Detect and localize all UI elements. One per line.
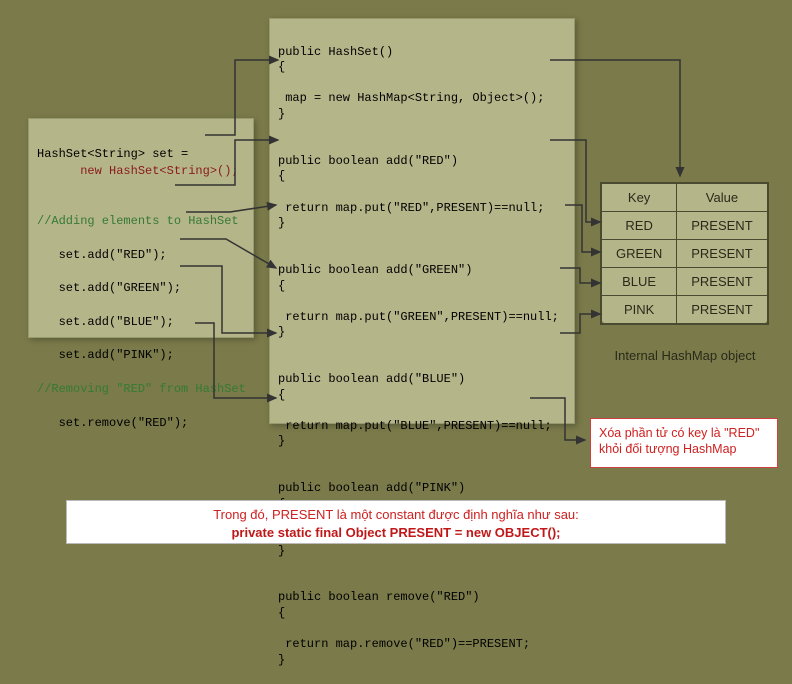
- method-sig: public boolean add("GREEN"): [278, 263, 472, 277]
- brace: {: [278, 388, 566, 404]
- hashmap-table: Key Value RED PRESENT GREEN PRESENT BLUE…: [600, 182, 769, 325]
- method-sig: public HashSet(): [278, 45, 393, 59]
- table-row: PINK PRESENT: [601, 296, 768, 325]
- table-row: GREEN PRESENT: [601, 240, 768, 268]
- code-line: set.add("PINK");: [37, 348, 174, 362]
- cell-key: PINK: [601, 296, 677, 325]
- cell-value: PRESENT: [677, 240, 768, 268]
- code-line: set.add("BLUE");: [37, 315, 174, 329]
- method-body: return map.put("BLUE",PRESENT)==null;: [278, 419, 552, 433]
- code-comment: //Adding elements to HashSet: [37, 214, 239, 228]
- header-key: Key: [601, 183, 677, 212]
- brace: {: [278, 279, 566, 295]
- remove-annotation: Xóa phần tử có key là "RED" khỏi đối tượ…: [590, 418, 778, 468]
- method-sig: public boolean add("RED"): [278, 154, 458, 168]
- brace: }: [278, 107, 566, 123]
- brace: {: [278, 606, 566, 622]
- brace: }: [278, 434, 566, 450]
- cell-key: RED: [601, 212, 677, 240]
- table-row: RED PRESENT: [601, 212, 768, 240]
- method-sig: public boolean add("PINK"): [278, 481, 465, 495]
- cell-value: PRESENT: [677, 268, 768, 296]
- cell-key: BLUE: [601, 268, 677, 296]
- cell-key: GREEN: [601, 240, 677, 268]
- code-line: set.add("RED");: [37, 248, 167, 262]
- annotation-line: Xóa phần tử có key là "RED": [599, 425, 769, 441]
- code-line: set.add("GREEN");: [37, 281, 181, 295]
- method-body: return map.remove("RED")==PRESENT;: [278, 637, 530, 651]
- cell-value: PRESENT: [677, 296, 768, 325]
- code-line: set.remove("RED");: [37, 416, 188, 430]
- cell-value: PRESENT: [677, 212, 768, 240]
- brace: {: [278, 60, 566, 76]
- client-code-box: HashSet<String> set = new HashSet<String…: [28, 118, 254, 338]
- method-sig: public boolean add("BLUE"): [278, 372, 465, 386]
- method-body: map = new HashMap<String, Object>();: [278, 91, 544, 105]
- brace: }: [278, 544, 566, 560]
- code-line: HashSet<String> set =: [37, 147, 188, 161]
- code-line: new HashSet<String>();: [37, 163, 245, 180]
- table-header-row: Key Value: [601, 183, 768, 212]
- method-body: return map.put("GREEN",PRESENT)==null;: [278, 310, 559, 324]
- hashmap-caption: Internal HashMap object: [600, 348, 770, 363]
- header-value: Value: [677, 183, 768, 212]
- code-comment: //Removing "RED" from HashSet: [37, 382, 246, 396]
- method-body: return map.put("RED",PRESENT)==null;: [278, 201, 544, 215]
- brace: }: [278, 325, 566, 341]
- table-row: BLUE PRESENT: [601, 268, 768, 296]
- annotation-line: khỏi đối tượng HashMap: [599, 441, 769, 457]
- brace: {: [278, 169, 566, 185]
- present-definition-note: Trong đó, PRESENT là một constant được đ…: [66, 500, 726, 544]
- brace: }: [278, 216, 566, 232]
- note-line: private static final Object PRESENT = ne…: [77, 524, 715, 542]
- hashset-internal-code-box: public HashSet() { map = new HashMap<Str…: [269, 18, 575, 424]
- method-sig: public boolean remove("RED"): [278, 590, 480, 604]
- brace: }: [278, 653, 566, 669]
- note-line: Trong đó, PRESENT là một constant được đ…: [77, 506, 715, 524]
